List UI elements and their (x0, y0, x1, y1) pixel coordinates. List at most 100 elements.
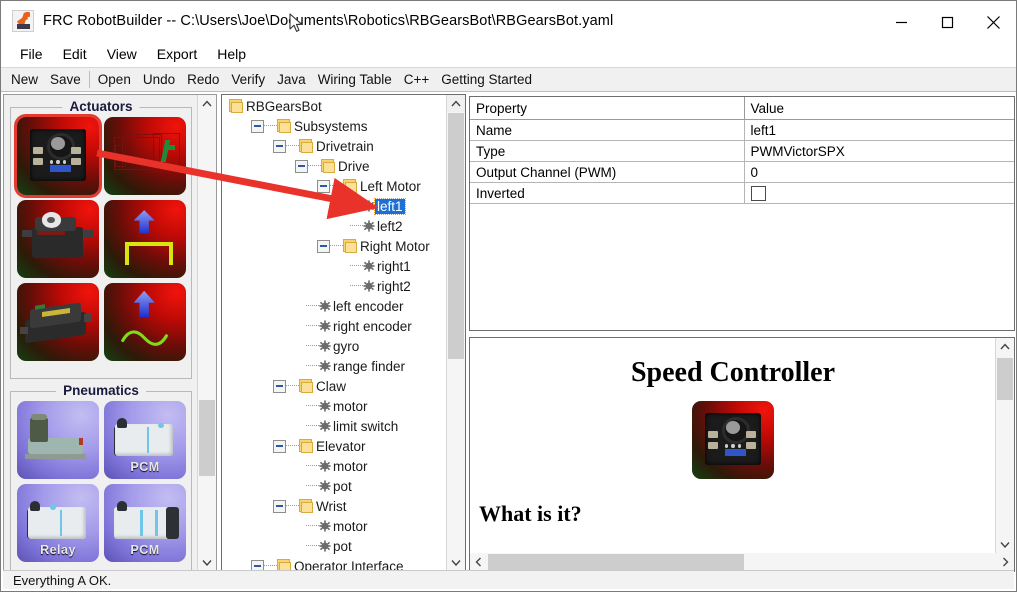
toolbar: New Save Open Undo Redo Verify Java Wiri… (1, 67, 1016, 92)
tree-node-claw[interactable]: Claw (223, 376, 447, 396)
toolbar-undo[interactable]: Undo (137, 70, 181, 89)
property-type-value[interactable]: PWMVictorSPX (744, 141, 1014, 162)
palette-tile-digital-output[interactable] (104, 200, 186, 278)
tree-node-motor[interactable]: motor (223, 516, 447, 536)
toolbar-cpp[interactable]: C++ (398, 70, 436, 89)
palette-tile-relay-wireframe[interactable] (104, 117, 186, 195)
property-name-value[interactable]: left1 (744, 120, 1014, 141)
menu-view[interactable]: View (97, 44, 147, 64)
maximize-button[interactable] (924, 1, 970, 44)
tree-node-motor[interactable]: motor (223, 396, 447, 416)
tree-node-left2[interactable]: left2 (223, 216, 447, 236)
tree-node-range-finder[interactable]: range finder (223, 356, 447, 376)
tree-node-right-encoder[interactable]: right encoder (223, 316, 447, 336)
properties-header-property: Property (470, 97, 744, 120)
toolbar-verify[interactable]: Verify (225, 70, 271, 89)
tree-node-motor[interactable]: motor (223, 456, 447, 476)
tree-node-label: right2 (375, 279, 413, 294)
tree-node-label: RBGearsBot (244, 99, 324, 114)
palette-tile-solenoid-pcm[interactable]: PCM (104, 401, 186, 479)
menu-help[interactable]: Help (207, 44, 256, 64)
palette-scroll-thumb[interactable] (199, 400, 215, 476)
close-button[interactable] (970, 1, 1016, 44)
palette-tile-speed-controller[interactable] (17, 117, 99, 195)
tree-node-right2[interactable]: right2 (223, 276, 447, 296)
table-row[interactable]: Name left1 (470, 120, 1014, 141)
tree-node-pot[interactable]: pot (223, 476, 447, 496)
palette-scrollbar[interactable] (197, 95, 216, 571)
toolbar-new[interactable]: New (5, 70, 44, 89)
tree-collapse-toggle[interactable] (273, 380, 286, 393)
tree-collapse-toggle[interactable] (317, 180, 330, 193)
palette-tile-servo[interactable] (17, 200, 99, 278)
menu-file[interactable]: File (10, 44, 53, 64)
tree-collapse-toggle[interactable] (273, 500, 286, 513)
toolbar-save[interactable]: Save (44, 70, 87, 89)
help-scroll-left-button[interactable] (470, 553, 487, 571)
table-row[interactable]: Inverted (470, 183, 1014, 204)
palette-tile-relay-module[interactable] (17, 283, 99, 361)
minimize-button[interactable] (878, 1, 924, 44)
tree-node-drivetrain[interactable]: Drivetrain (223, 136, 447, 156)
toolbar-wiring-table[interactable]: Wiring Table (312, 70, 398, 89)
tree-node-left-motor[interactable]: Left Motor (223, 176, 447, 196)
tree-collapse-toggle[interactable] (251, 560, 264, 571)
help-scroll-thumb[interactable] (997, 358, 1013, 400)
tree-node-label: left1 (375, 199, 405, 214)
table-row[interactable]: Type PWMVictorSPX (470, 141, 1014, 162)
tree-collapse-toggle[interactable] (251, 120, 264, 133)
toolbar-open[interactable]: Open (92, 70, 137, 89)
component-tree[interactable]: RBGearsBot SubsystemsDrivetrainDriveLeft … (223, 96, 447, 570)
property-name-label: Name (470, 120, 744, 141)
tree-node-left-encoder[interactable]: left encoder (223, 296, 447, 316)
palette-tile-analog-output[interactable] (104, 283, 186, 361)
tree-node-subsystems[interactable]: Subsystems (223, 116, 447, 136)
help-hscroll-thumb[interactable] (488, 554, 744, 570)
tree-node-right1[interactable]: right1 (223, 256, 447, 276)
tree-scroll-up-button[interactable] (447, 95, 465, 112)
tree-node-left1[interactable]: left1 (223, 196, 447, 216)
inverted-checkbox[interactable] (751, 186, 766, 201)
help-vertical-scrollbar[interactable] (995, 338, 1014, 553)
toolbar-getting-started[interactable]: Getting Started (435, 70, 538, 89)
chevron-right-icon (1002, 557, 1009, 567)
tree-node-elevator[interactable]: Elevator (223, 436, 447, 456)
tree-node-gyro[interactable]: gyro (223, 336, 447, 356)
tree-node-rbgearsbot[interactable]: RBGearsBot (223, 96, 447, 116)
tree-node-label: Right Motor (358, 239, 432, 254)
speed-controller-photo (692, 401, 774, 479)
table-row[interactable]: Output Channel (PWM) 0 (470, 162, 1014, 183)
tree-scroll-down-button[interactable] (447, 554, 465, 571)
tree-collapse-toggle[interactable] (317, 240, 330, 253)
tree-connector (306, 465, 319, 467)
menu-edit[interactable]: Edit (53, 44, 97, 64)
tree-collapse-toggle[interactable] (295, 160, 308, 173)
property-inverted-value[interactable] (744, 183, 1014, 204)
palette-scroll-up-button[interactable] (198, 95, 216, 112)
help-scroll-down-button[interactable] (996, 536, 1014, 553)
tree-scrollbar[interactable] (446, 95, 465, 571)
tree-node-pot[interactable]: pot (223, 536, 447, 556)
tree-node-drive[interactable]: Drive (223, 156, 447, 176)
toolbar-java[interactable]: Java (271, 70, 312, 89)
property-output-channel-value[interactable]: 0 (744, 162, 1014, 183)
tree-node-wrist[interactable]: Wrist (223, 496, 447, 516)
tree-collapse-toggle[interactable] (273, 440, 286, 453)
palette-group-actuators: Actuators (10, 107, 192, 379)
help-scroll-up-button[interactable] (996, 338, 1014, 355)
toolbar-redo[interactable]: Redo (181, 70, 225, 89)
palette-tile-solenoid-relay[interactable]: Relay (17, 484, 99, 562)
menu-export[interactable]: Export (147, 44, 207, 64)
tree-collapse-toggle[interactable] (273, 140, 286, 153)
tree-scroll-thumb[interactable] (448, 113, 464, 359)
tree-node-right-motor[interactable]: Right Motor (223, 236, 447, 256)
help-horizontal-scrollbar[interactable] (470, 553, 1014, 571)
tree-node-limit-switch[interactable]: limit switch (223, 416, 447, 436)
palette-tile-double-solenoid-pcm[interactable]: PCM (104, 484, 186, 562)
help-scroll-right-button[interactable] (997, 553, 1014, 571)
palette-tile-compressor[interactable] (17, 401, 99, 479)
palette-scroll-down-button[interactable] (198, 554, 216, 571)
tree-node-operator-interface[interactable]: Operator Interface (223, 556, 447, 570)
robot-arm-icon (12, 10, 34, 32)
chevron-up-icon (1000, 343, 1010, 350)
